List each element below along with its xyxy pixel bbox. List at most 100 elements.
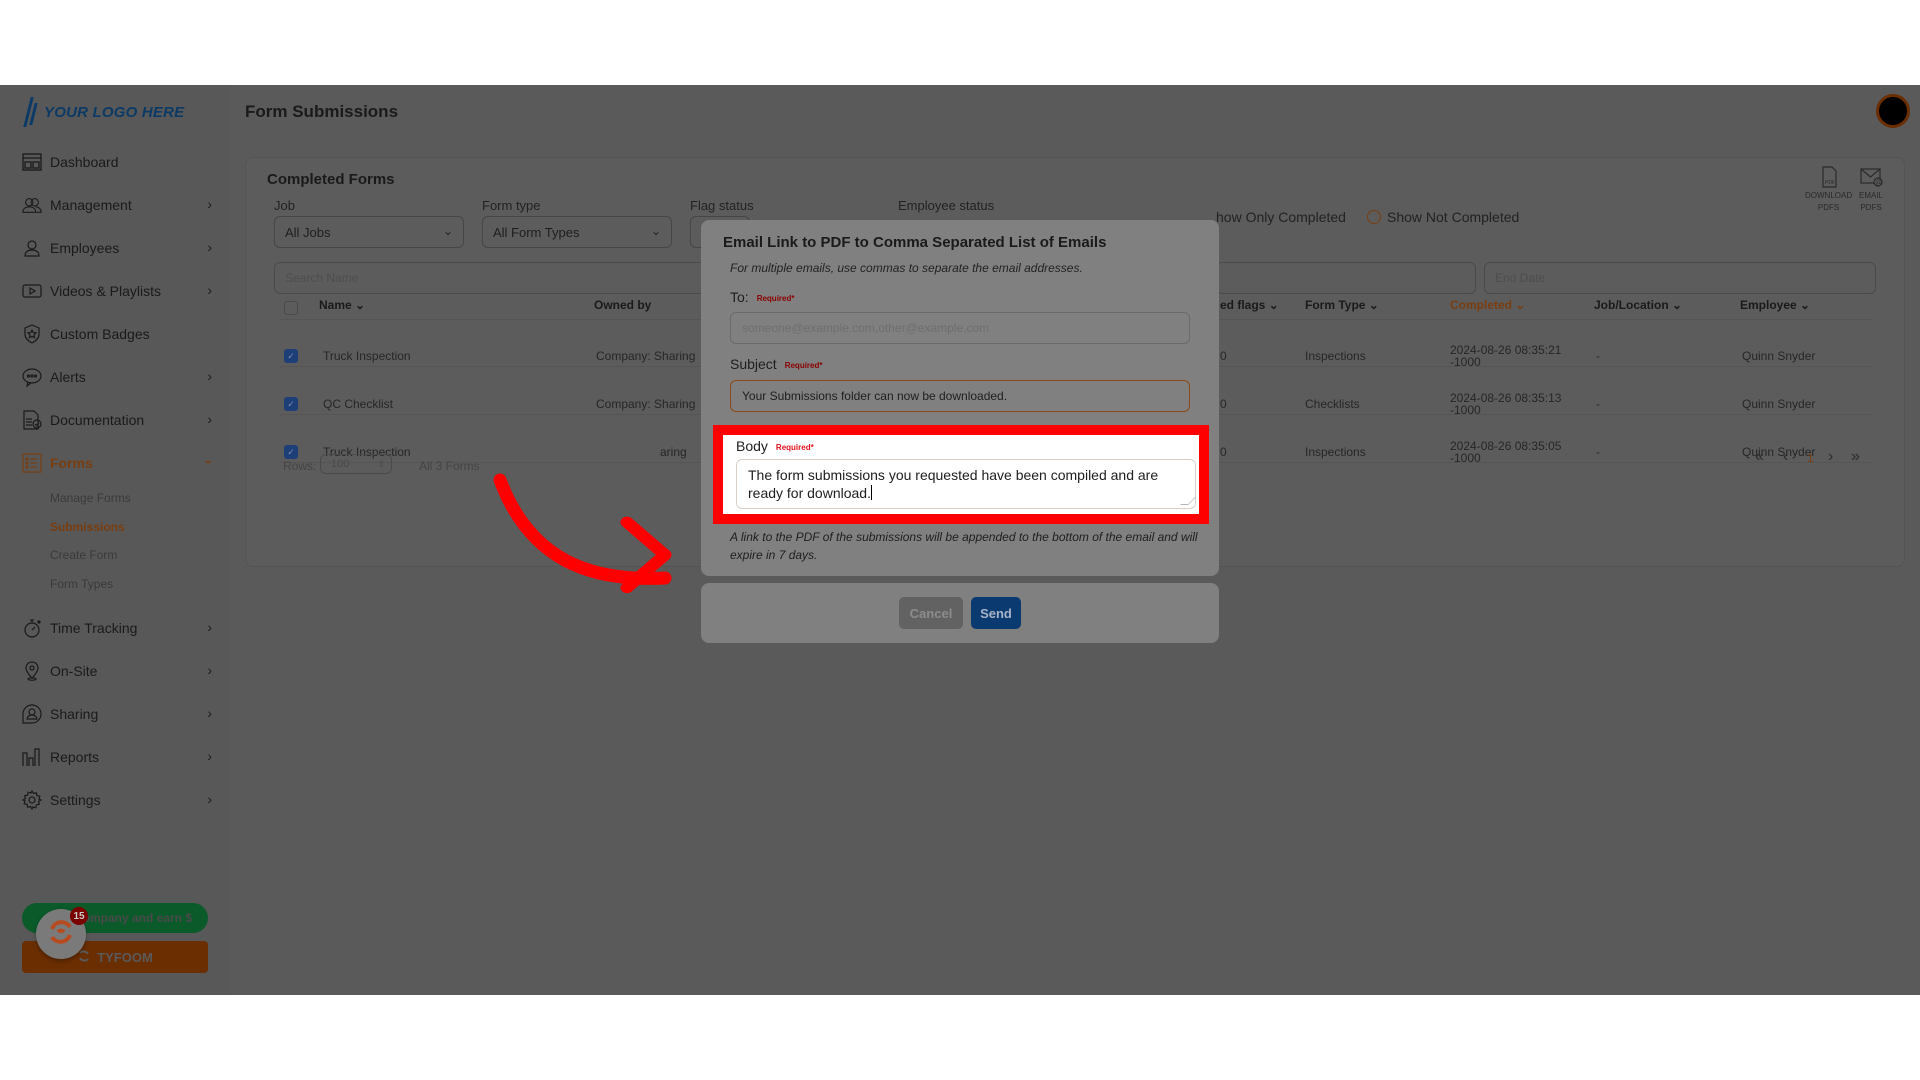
row-checkbox[interactable]: ✓	[284, 397, 298, 411]
job-filter-label: Job	[274, 198, 295, 213]
last-page-button[interactable]: »	[1851, 448, 1860, 466]
sidebar-item-label: Time Tracking	[50, 619, 138, 636]
first-page-button[interactable]: «	[1755, 448, 1764, 466]
app-frame: YOUR LOGO HERE Dashboard Management › Em…	[0, 85, 1920, 995]
sidebar-item-custom-badges[interactable]: Custom Badges	[0, 312, 230, 355]
sidebar-subitem-manage-forms[interactable]: Manage Forms	[0, 484, 230, 513]
modal-footer: Cancel Send	[701, 583, 1219, 643]
subject-input[interactable]: Your Submissions folder can now be downl…	[730, 380, 1190, 412]
select-all-checkbox[interactable]	[284, 301, 298, 315]
job-select[interactable]: All Jobs ⌄	[274, 216, 464, 248]
sidebar-item-management[interactable]: Management ›	[0, 183, 230, 226]
to-label: To: Required*	[730, 289, 794, 305]
chevron-down-icon: ⌄	[1268, 298, 1279, 312]
sidebar-subitem-submissions[interactable]: Submissions	[0, 513, 230, 542]
sidebar-item-label: Videos & Playlists	[50, 282, 162, 299]
svg-text:@: @	[1875, 180, 1882, 187]
form-type-select[interactable]: All Form Types ⌄	[482, 216, 672, 248]
prev-page-button[interactable]: ‹	[1783, 448, 1788, 466]
body-textarea[interactable]: The form submissions you requested have …	[736, 459, 1196, 509]
cell-employee: Quinn Snyder	[1742, 349, 1816, 363]
sidebar-item-label: Dashboard	[50, 153, 119, 170]
sidebar-subitem-form-types[interactable]: Form Types	[0, 570, 230, 599]
column-header-flags[interactable]: ed flags ⌄	[1220, 298, 1279, 312]
to-email-input[interactable]: someone@example.com,other@example.com	[730, 312, 1190, 344]
dashboard-icon	[22, 152, 42, 172]
rows-per-page-select[interactable]: 100 ⇕	[320, 454, 392, 474]
form-type-filter-label: Form type	[482, 198, 541, 213]
sidebar-subitem-create-form[interactable]: Create Form	[0, 541, 230, 570]
chevron-right-icon: ›	[207, 196, 212, 212]
end-date-placeholder: End Date	[1495, 271, 1546, 285]
modal-note: A link to the PDF of the submissions wil…	[730, 530, 1198, 562]
sidebar-item-sharing[interactable]: Sharing ›	[0, 692, 230, 735]
cell-flags: 0	[1220, 349, 1227, 363]
sidebar-item-dashboard[interactable]: Dashboard	[0, 140, 230, 183]
chevron-right-icon: ›	[207, 368, 212, 384]
body-label-text: Body	[736, 438, 768, 454]
sidebar-item-label: Documentation	[50, 411, 145, 428]
sidebar-item-reports[interactable]: Reports ›	[0, 735, 230, 778]
sidebar-item-documentation[interactable]: Documentation ›	[0, 398, 230, 441]
tyfoom-label: TYFOOM	[97, 949, 153, 965]
end-date-input[interactable]: End Date	[1484, 262, 1876, 294]
sidebar-item-on-site[interactable]: On-Site ›	[0, 649, 230, 692]
required-marker: Required*	[775, 442, 814, 452]
body-value: The form submissions you requested have …	[748, 467, 1159, 501]
avatar[interactable]	[1876, 94, 1910, 128]
next-page-button[interactable]: ›	[1828, 448, 1833, 466]
row-checkbox[interactable]: ✓	[284, 445, 298, 459]
to-placeholder: someone@example.com,other@example.com	[742, 321, 990, 335]
download-pdfs-button[interactable]: PDF DOWNLOAD PDFS	[1805, 166, 1852, 214]
show-not-completed-label: Show Not Completed	[1387, 209, 1520, 225]
show-not-completed-radio[interactable]: Show Not Completed	[1367, 209, 1519, 225]
email-pdf-modal: Email Link to PDF to Comma Separated Lis…	[701, 220, 1219, 576]
start-date-input[interactable]	[1216, 262, 1476, 294]
cell-job: -	[1596, 349, 1600, 363]
cell-name[interactable]: Truck Inspection	[323, 350, 411, 362]
employee-icon	[22, 238, 42, 258]
sidebar-item-label: Employees	[50, 239, 120, 256]
sidebar-item-time-tracking[interactable]: Time Tracking ›	[0, 606, 230, 649]
column-header-owned-by[interactable]: Owned by	[594, 298, 651, 312]
stopwatch-icon	[22, 618, 42, 638]
sidebar-item-label: Settings	[50, 791, 101, 808]
pdf-file-icon: PDF	[1818, 166, 1840, 188]
row-checkbox[interactable]: ✓	[284, 349, 298, 363]
column-header-form-type[interactable]: Form Type ⌄	[1305, 298, 1379, 312]
chevron-right-icon: ›	[207, 662, 212, 678]
send-button[interactable]: Send	[971, 597, 1021, 629]
cell-name[interactable]: QC Checklist	[323, 398, 393, 410]
chevron-down-icon: ⌄	[1800, 298, 1811, 312]
cancel-button[interactable]: Cancel	[899, 597, 963, 629]
sharing-icon	[22, 703, 42, 724]
column-header-employee[interactable]: Employee ⌄	[1740, 298, 1810, 312]
show-only-completed-radio[interactable]: how Only Completed	[1216, 209, 1346, 225]
email-pdfs-button[interactable]: @ EMAIL PDFS	[1859, 166, 1883, 214]
search-name-input[interactable]: Search Name	[274, 262, 724, 294]
chevron-down-icon: ⌄	[355, 298, 366, 312]
document-icon	[22, 409, 42, 430]
sidebar-item-employees[interactable]: Employees ›	[0, 226, 230, 269]
chevron-down-icon: ⌄	[1672, 298, 1683, 312]
search-placeholder: Search Name	[285, 271, 359, 285]
body-label: Body Required*	[736, 438, 814, 454]
column-header-label: Completed	[1450, 298, 1513, 312]
sidebar-item-alerts[interactable]: Alerts ›	[0, 355, 230, 398]
logo[interactable]: YOUR LOGO HERE	[24, 97, 184, 127]
chevron-down-icon: ⌄	[1368, 298, 1379, 312]
sidebar-item-videos[interactable]: Videos & Playlists ›	[0, 269, 230, 312]
column-header-job-location[interactable]: Job/Location ⌄	[1594, 298, 1682, 312]
current-page[interactable]: 1	[1807, 451, 1814, 465]
sidebar-item-forms[interactable]: Forms ›	[0, 441, 230, 484]
chevron-right-icon: ›	[207, 748, 212, 764]
resize-grip-icon[interactable]	[1180, 497, 1196, 505]
sidebar-item-label: Management	[50, 196, 132, 213]
chevron-down-icon: ⌄	[650, 224, 661, 238]
cell-owned-by: Company: Sharing	[596, 397, 696, 411]
column-header-completed[interactable]: Completed ⌄	[1450, 298, 1525, 312]
sidebar-item-settings[interactable]: Settings ›	[0, 778, 230, 821]
to-label-text: To:	[730, 289, 749, 305]
cell-owned-by: aring	[660, 445, 687, 459]
column-header-name[interactable]: Name ⌄	[319, 298, 365, 312]
